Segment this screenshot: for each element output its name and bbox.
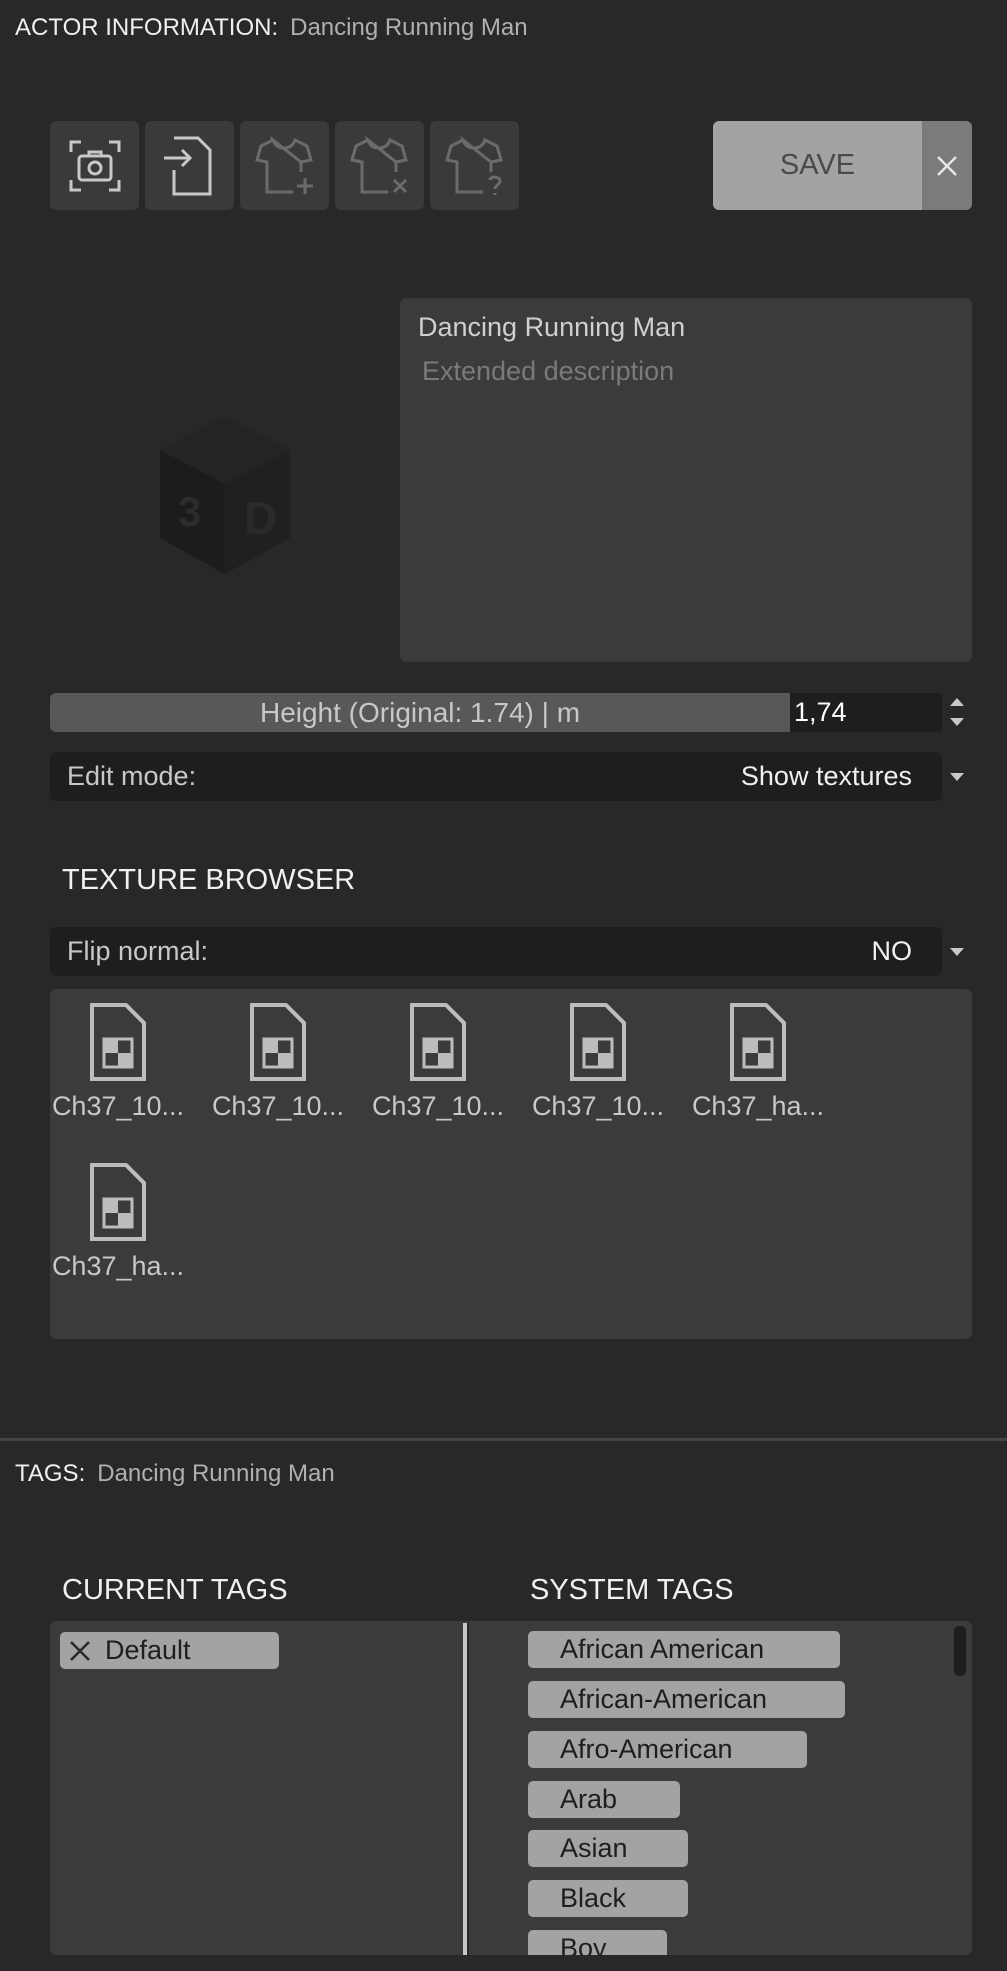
remove-tag-icon[interactable] (68, 1639, 92, 1663)
texture-name: Ch37_10... (51, 1091, 185, 1121)
actor-preview: 3 D (150, 410, 300, 585)
tags-actor-name: Dancing Running Man (97, 1460, 335, 1487)
description-box[interactable]: Dancing Running Man Extended description (400, 298, 972, 662)
shirt-remove-icon (349, 135, 408, 193)
height-decrement-icon[interactable] (950, 718, 964, 726)
actor-name: Dancing Running Man (290, 14, 528, 41)
flip-normal-label: Flip normal: (67, 936, 209, 966)
close-button[interactable] (922, 121, 972, 210)
current-tags-title: CURRENT TAGS (62, 1574, 288, 1606)
flip-normal-value[interactable]: NO (872, 927, 913, 976)
height-input[interactable]: 1,74 (790, 693, 942, 732)
svg-text:3: 3 (178, 488, 201, 535)
edit-mode-chevron-down-icon[interactable] (950, 773, 964, 781)
height-slider[interactable]: Height (Original: 1.74) | m (50, 693, 790, 732)
image-file-icon (410, 1003, 466, 1081)
system-tag-chip[interactable]: Arab (528, 1781, 680, 1818)
tags-label: TAGS: (15, 1460, 86, 1487)
height-increment-icon[interactable] (950, 698, 964, 706)
image-file-icon (730, 1003, 786, 1081)
shirt-add-icon (254, 135, 313, 194)
texture-item[interactable]: Ch37_ha... (683, 1001, 833, 1122)
system-tag-chip[interactable]: African-American (528, 1681, 845, 1718)
edit-mode-label: Edit mode: (67, 761, 197, 791)
current-tag-label: Default (105, 1635, 191, 1665)
system-tags-title: SYSTEM TAGS (530, 1574, 734, 1606)
shirt-help-icon (444, 135, 503, 195)
actor-info-label: ACTOR INFORMATION: (15, 14, 279, 41)
add-outfit-button[interactable] (240, 121, 329, 210)
texture-name: Ch37_ha... (691, 1091, 825, 1121)
tags-splitter-shadow (467, 1623, 469, 1955)
system-tags-scrollbar[interactable] (954, 1626, 966, 1676)
texture-name: Ch37_10... (371, 1091, 505, 1121)
texture-name: Ch37_10... (531, 1091, 665, 1121)
import-button[interactable] (145, 121, 234, 210)
system-tag-chip[interactable]: Asian (528, 1830, 688, 1867)
outfit-help-button[interactable] (430, 121, 519, 210)
3d-cube-icon: 3 D (160, 416, 290, 574)
extended-description-field[interactable]: Extended description (422, 356, 674, 387)
texture-browser-title: TEXTURE BROWSER (62, 864, 356, 896)
panel-divider[interactable] (0, 1438, 1007, 1441)
system-tag-chip[interactable]: Black (528, 1880, 688, 1917)
actor-info-header: ACTOR INFORMATION: Dancing Running Man (15, 14, 528, 42)
tags-header: TAGS: Dancing Running Man (15, 1460, 335, 1488)
close-icon (937, 155, 957, 176)
system-tag-chip[interactable]: Boy (528, 1930, 667, 1955)
tags-area (50, 1621, 972, 1955)
system-tag-chip[interactable]: Afro-American (528, 1731, 807, 1768)
texture-grid: Ch37_10... Ch37_10... Ch37_10... Ch37_10… (50, 989, 972, 1339)
texture-item[interactable]: Ch37_10... (363, 1001, 513, 1122)
flip-normal-dropdown[interactable]: Flip normal: NO (50, 927, 942, 976)
save-button[interactable]: SAVE (713, 121, 922, 210)
system-tag-chip[interactable]: African American (528, 1631, 840, 1668)
remove-outfit-button[interactable] (335, 121, 424, 210)
current-tag-chip[interactable]: Default (60, 1632, 279, 1669)
image-file-icon (90, 1163, 146, 1241)
screenshot-button[interactable] (50, 121, 139, 210)
edit-mode-value[interactable]: Show textures (741, 752, 912, 801)
texture-item[interactable]: Ch37_10... (523, 1001, 673, 1122)
actor-title[interactable]: Dancing Running Man (418, 312, 685, 343)
image-file-icon (90, 1003, 146, 1081)
image-file-icon (250, 1003, 306, 1081)
flip-normal-chevron-down-icon[interactable] (950, 948, 964, 956)
texture-item[interactable]: Ch37_10... (43, 1001, 193, 1122)
import-file-icon (163, 136, 211, 195)
texture-name: Ch37_ha... (51, 1251, 185, 1281)
texture-item[interactable]: Ch37_ha... (43, 1161, 193, 1282)
texture-item[interactable]: Ch37_10... (203, 1001, 353, 1122)
svg-text:D: D (244, 492, 277, 544)
texture-name: Ch37_10... (211, 1091, 345, 1121)
edit-mode-dropdown[interactable]: Edit mode: Show textures (50, 752, 942, 801)
camera-icon (69, 140, 120, 191)
image-file-icon (570, 1003, 626, 1081)
